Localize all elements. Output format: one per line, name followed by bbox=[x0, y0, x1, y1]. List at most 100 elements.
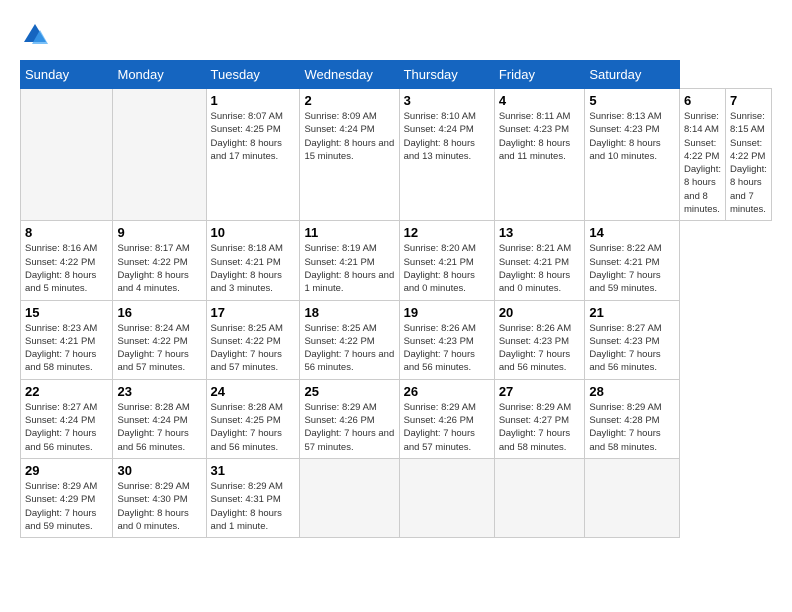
calendar-day-cell: 29Sunrise: 8:29 AM Sunset: 4:29 PM Dayli… bbox=[21, 458, 113, 537]
day-number: 4 bbox=[499, 93, 581, 108]
calendar-day-cell: 13 Sunrise: 8:21 AM Sunset: 4:21 PM Dayli… bbox=[494, 221, 585, 300]
day-number: 21 bbox=[589, 305, 675, 320]
day-number: 27 bbox=[499, 384, 581, 399]
calendar-week-row: 15 Sunrise: 8:23 AM Sunset: 4:21 PM Dayli… bbox=[21, 300, 772, 379]
day-number: 7 bbox=[730, 93, 767, 108]
day-number: 6 bbox=[684, 93, 721, 108]
day-number: 5 bbox=[589, 93, 675, 108]
day-number: 13 bbox=[499, 225, 581, 240]
day-info: Sunrise: 8:16 AM Sunset: 4:22 PM Dayligh… bbox=[25, 242, 108, 295]
day-number: 31 bbox=[211, 463, 296, 478]
calendar-day-cell bbox=[300, 458, 399, 537]
day-info: Sunrise: 8:19 AM Sunset: 4:21 PM Dayligh… bbox=[304, 242, 394, 295]
page-header bbox=[20, 20, 772, 50]
day-info: Sunrise: 8:29 AM Sunset: 4:30 PM Dayligh… bbox=[117, 480, 201, 533]
day-info: Sunrise: 8:26 AM Sunset: 4:23 PM Dayligh… bbox=[499, 322, 581, 375]
calendar-day-cell: 30 Sunrise: 8:29 AM Sunset: 4:30 PM Dayli… bbox=[113, 458, 206, 537]
day-number: 30 bbox=[117, 463, 201, 478]
calendar-week-row: 1 Sunrise: 8:07 AM Sunset: 4:25 PM Daylig… bbox=[21, 89, 772, 221]
day-number: 28 bbox=[589, 384, 675, 399]
calendar-day-cell: 16 Sunrise: 8:24 AM Sunset: 4:22 PM Dayli… bbox=[113, 300, 206, 379]
calendar-day-cell: 11 Sunrise: 8:19 AM Sunset: 4:21 PM Dayli… bbox=[300, 221, 399, 300]
day-number: 18 bbox=[304, 305, 394, 320]
day-number: 9 bbox=[117, 225, 201, 240]
day-info: Sunrise: 8:18 AM Sunset: 4:21 PM Dayligh… bbox=[211, 242, 296, 295]
day-info: Sunrise: 8:23 AM Sunset: 4:21 PM Dayligh… bbox=[25, 322, 108, 375]
day-info: Sunrise: 8:07 AM Sunset: 4:25 PM Dayligh… bbox=[211, 110, 296, 163]
day-number: 1 bbox=[211, 93, 296, 108]
weekday-header: Monday bbox=[113, 61, 206, 89]
calendar-day-cell: 9 Sunrise: 8:17 AM Sunset: 4:22 PM Daylig… bbox=[113, 221, 206, 300]
calendar-header-row: SundayMondayTuesdayWednesdayThursdayFrid… bbox=[21, 61, 772, 89]
calendar-day-cell bbox=[494, 458, 585, 537]
day-info: Sunrise: 8:29 AM Sunset: 4:26 PM Dayligh… bbox=[304, 401, 394, 454]
day-info: Sunrise: 8:25 AM Sunset: 4:22 PM Dayligh… bbox=[304, 322, 394, 375]
calendar-day-cell: 27Sunrise: 8:29 AM Sunset: 4:27 PM Dayli… bbox=[494, 379, 585, 458]
calendar-day-cell: 6 Sunrise: 8:14 AM Sunset: 4:22 PM Daylig… bbox=[680, 89, 726, 221]
day-info: Sunrise: 8:17 AM Sunset: 4:22 PM Dayligh… bbox=[117, 242, 201, 295]
calendar-day-cell: 25 Sunrise: 8:29 AM Sunset: 4:26 PM Dayli… bbox=[300, 379, 399, 458]
day-info: Sunrise: 8:15 AM Sunset: 4:22 PM Dayligh… bbox=[730, 110, 767, 216]
day-number: 17 bbox=[211, 305, 296, 320]
day-info: Sunrise: 8:25 AM Sunset: 4:22 PM Dayligh… bbox=[211, 322, 296, 375]
day-info: Sunrise: 8:10 AM Sunset: 4:24 PM Dayligh… bbox=[404, 110, 490, 163]
calendar-day-cell: 19 Sunrise: 8:26 AM Sunset: 4:23 PM Dayli… bbox=[399, 300, 494, 379]
day-number: 12 bbox=[404, 225, 490, 240]
day-info: Sunrise: 8:27 AM Sunset: 4:23 PM Dayligh… bbox=[589, 322, 675, 375]
day-number: 23 bbox=[117, 384, 201, 399]
weekday-header: Tuesday bbox=[206, 61, 300, 89]
calendar-day-cell bbox=[585, 458, 680, 537]
calendar-day-cell: 15 Sunrise: 8:23 AM Sunset: 4:21 PM Dayli… bbox=[21, 300, 113, 379]
day-number: 11 bbox=[304, 225, 394, 240]
weekday-header: Saturday bbox=[585, 61, 680, 89]
day-info: Sunrise: 8:09 AM Sunset: 4:24 PM Dayligh… bbox=[304, 110, 394, 163]
calendar-day-cell: 20 Sunrise: 8:26 AM Sunset: 4:23 PM Dayli… bbox=[494, 300, 585, 379]
day-info: Sunrise: 8:21 AM Sunset: 4:21 PM Dayligh… bbox=[499, 242, 581, 295]
day-number: 14 bbox=[589, 225, 675, 240]
calendar-day-cell: 24 Sunrise: 8:28 AM Sunset: 4:25 PM Dayli… bbox=[206, 379, 300, 458]
day-info: Sunrise: 8:14 AM Sunset: 4:22 PM Dayligh… bbox=[684, 110, 721, 216]
day-number: 15 bbox=[25, 305, 108, 320]
calendar-day-cell: 18 Sunrise: 8:25 AM Sunset: 4:22 PM Dayli… bbox=[300, 300, 399, 379]
weekday-header: Sunday bbox=[21, 61, 113, 89]
calendar-day-cell: 3 Sunrise: 8:10 AM Sunset: 4:24 PM Daylig… bbox=[399, 89, 494, 221]
day-number: 26 bbox=[404, 384, 490, 399]
day-info: Sunrise: 8:20 AM Sunset: 4:21 PM Dayligh… bbox=[404, 242, 490, 295]
calendar-week-row: 29Sunrise: 8:29 AM Sunset: 4:29 PM Dayli… bbox=[21, 458, 772, 537]
day-info: Sunrise: 8:28 AM Sunset: 4:24 PM Dayligh… bbox=[117, 401, 201, 454]
day-number: 25 bbox=[304, 384, 394, 399]
calendar-day-cell bbox=[399, 458, 494, 537]
day-info: Sunrise: 8:29 AM Sunset: 4:31 PM Dayligh… bbox=[211, 480, 296, 533]
day-number: 22 bbox=[25, 384, 108, 399]
empty-cell bbox=[21, 89, 113, 221]
day-info: Sunrise: 8:24 AM Sunset: 4:22 PM Dayligh… bbox=[117, 322, 201, 375]
day-number: 10 bbox=[211, 225, 296, 240]
day-info: Sunrise: 8:27 AM Sunset: 4:24 PM Dayligh… bbox=[25, 401, 108, 454]
calendar-day-cell: 28 Sunrise: 8:29 AM Sunset: 4:28 PM Dayli… bbox=[585, 379, 680, 458]
day-number: 8 bbox=[25, 225, 108, 240]
day-number: 29 bbox=[25, 463, 108, 478]
day-number: 2 bbox=[304, 93, 394, 108]
day-number: 24 bbox=[211, 384, 296, 399]
day-number: 3 bbox=[404, 93, 490, 108]
calendar-day-cell: 23 Sunrise: 8:28 AM Sunset: 4:24 PM Dayli… bbox=[113, 379, 206, 458]
calendar-day-cell: 22 Sunrise: 8:27 AM Sunset: 4:24 PM Dayli… bbox=[21, 379, 113, 458]
day-number: 20 bbox=[499, 305, 581, 320]
calendar-body: 1 Sunrise: 8:07 AM Sunset: 4:25 PM Daylig… bbox=[21, 89, 772, 538]
calendar-day-cell: 12 Sunrise: 8:20 AM Sunset: 4:21 PM Dayli… bbox=[399, 221, 494, 300]
day-info: Sunrise: 8:22 AM Sunset: 4:21 PM Dayligh… bbox=[589, 242, 675, 295]
day-info: Sunrise: 8:29 AM Sunset: 4:26 PM Dayligh… bbox=[404, 401, 490, 454]
calendar-day-cell: 1 Sunrise: 8:07 AM Sunset: 4:25 PM Daylig… bbox=[206, 89, 300, 221]
empty-cell bbox=[113, 89, 206, 221]
logo bbox=[20, 20, 54, 50]
calendar-day-cell: 31 Sunrise: 8:29 AM Sunset: 4:31 PM Dayli… bbox=[206, 458, 300, 537]
calendar-week-row: 8 Sunrise: 8:16 AM Sunset: 4:22 PM Daylig… bbox=[21, 221, 772, 300]
calendar-day-cell: 21 Sunrise: 8:27 AM Sunset: 4:23 PM Dayli… bbox=[585, 300, 680, 379]
calendar-table: SundayMondayTuesdayWednesdayThursdayFrid… bbox=[20, 60, 772, 538]
day-number: 19 bbox=[404, 305, 490, 320]
day-info: Sunrise: 8:26 AM Sunset: 4:23 PM Dayligh… bbox=[404, 322, 490, 375]
day-number: 16 bbox=[117, 305, 201, 320]
weekday-header: Wednesday bbox=[300, 61, 399, 89]
day-info: Sunrise: 8:29 AM Sunset: 4:28 PM Dayligh… bbox=[589, 401, 675, 454]
day-info: Sunrise: 8:28 AM Sunset: 4:25 PM Dayligh… bbox=[211, 401, 296, 454]
